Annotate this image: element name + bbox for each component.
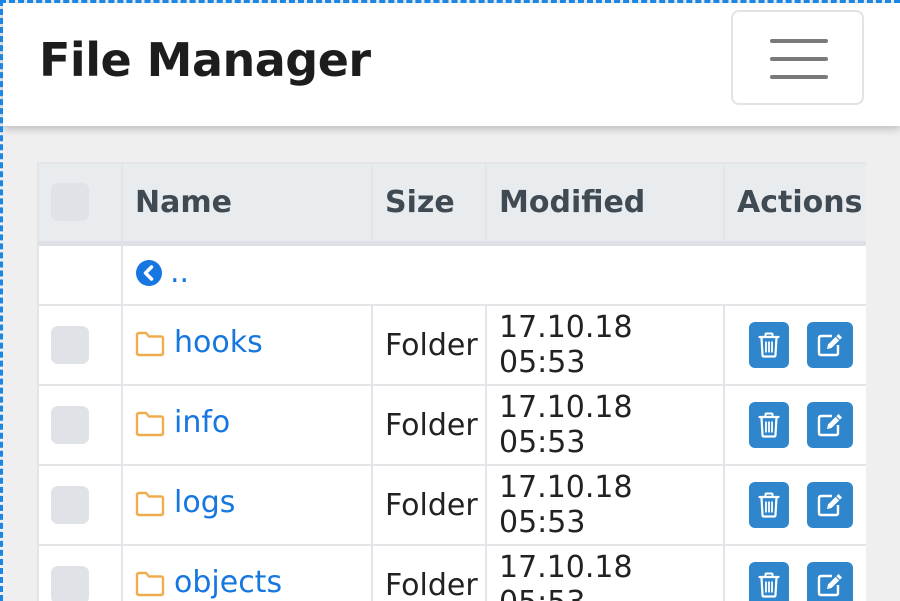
folder-name: objects (174, 565, 283, 601)
trash-icon (758, 572, 780, 598)
delete-button[interactable] (749, 402, 789, 448)
row-select-cell (37, 544, 123, 601)
modified-cell: 17.10.18 05:53 (485, 464, 725, 546)
trash-icon (758, 332, 780, 358)
select-all-cell (37, 162, 123, 246)
delete-button[interactable] (749, 322, 789, 368)
folder-link[interactable]: info (135, 405, 230, 440)
empty-cell (37, 242, 123, 306)
parent-directory-cell: .. (121, 242, 866, 306)
trash-icon (758, 412, 780, 438)
edit-icon (817, 334, 842, 357)
delete-button[interactable] (749, 482, 789, 528)
parent-directory-label: .. (170, 255, 190, 290)
edit-button[interactable] (807, 562, 853, 601)
row-checkbox[interactable] (51, 326, 89, 364)
column-header-size[interactable]: Size (371, 162, 487, 246)
row-select-cell (37, 384, 123, 466)
folder-name: logs (174, 485, 236, 521)
hamburger-menu-icon (770, 39, 828, 43)
name-cell: hooks (121, 304, 373, 386)
name-cell: info (121, 384, 373, 466)
edit-button[interactable] (807, 482, 853, 528)
modified-cell: 17.10.18 05:53 (485, 544, 725, 601)
hamburger-menu-icon-bar (770, 57, 828, 61)
actions-cell (723, 304, 866, 386)
folder-icon (135, 411, 165, 436)
app-title: File Manager (39, 33, 371, 87)
row-checkbox[interactable] (51, 406, 89, 444)
parent-directory-row: .. (37, 242, 866, 306)
name-cell: logs (121, 464, 373, 546)
actions-cell (723, 384, 866, 466)
folder-icon (135, 571, 165, 596)
file-table-container: Name Size Modified Actions .. hooks Fold… (37, 162, 866, 601)
table-row: info Folder 17.10.18 05:53 (37, 384, 866, 466)
name-cell: objects (121, 544, 373, 601)
row-checkbox[interactable] (51, 566, 89, 601)
edit-icon (817, 494, 842, 517)
folder-name: info (174, 405, 231, 441)
row-select-cell (37, 304, 123, 386)
table-row: hooks Folder 17.10.18 05:53 (37, 304, 866, 386)
top-navbar: File Manager (3, 3, 900, 126)
file-table: Name Size Modified Actions .. hooks Fold… (37, 162, 866, 601)
row-checkbox[interactable] (51, 486, 89, 524)
modified-cell: 17.10.18 05:53 (485, 384, 725, 466)
folder-link[interactable]: objects (135, 565, 282, 600)
edit-button[interactable] (807, 322, 853, 368)
folder-link[interactable]: logs (135, 485, 235, 520)
size-cell: Folder (371, 384, 487, 466)
size-cell: Folder (371, 464, 487, 546)
size-cell: Folder (371, 544, 487, 601)
edit-icon (817, 414, 842, 437)
folder-icon (135, 491, 165, 516)
modified-cell: 17.10.18 05:53 (485, 304, 725, 386)
column-header-name[interactable]: Name (121, 162, 373, 246)
edit-icon (817, 574, 842, 597)
trash-icon (758, 492, 780, 518)
select-all-checkbox[interactable] (51, 183, 89, 222)
table-row: logs Folder 17.10.18 05:53 (37, 464, 866, 546)
edit-button[interactable] (807, 402, 853, 448)
table-header-row: Name Size Modified Actions (37, 162, 866, 246)
chevron-circle-left-icon (136, 259, 162, 286)
folder-icon (135, 331, 165, 356)
actions-cell (723, 544, 866, 601)
folder-link[interactable]: hooks (135, 325, 263, 360)
column-header-modified[interactable]: Modified (485, 162, 725, 246)
folder-name: hooks (174, 325, 263, 361)
row-select-cell (37, 464, 123, 546)
delete-button[interactable] (749, 562, 789, 601)
table-row: objects Folder17.10.18 05:53 (37, 544, 866, 601)
hamburger-menu-icon-bar (770, 75, 828, 79)
parent-directory-link[interactable]: .. (135, 255, 189, 290)
column-header-actions: Actions (723, 162, 866, 246)
menu-toggle-button[interactable] (731, 10, 864, 105)
size-cell: Folder (371, 304, 487, 386)
actions-cell (723, 464, 866, 546)
